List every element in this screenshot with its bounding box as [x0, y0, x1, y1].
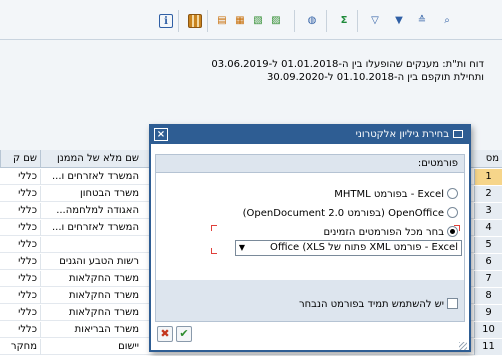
spreadsheet-dialog: בחירת גיליון אלקטרוני × פורמטים: Excel -… — [149, 124, 471, 352]
report-line-2: ותחילת תוקפם בין ה-01.10.2018 ל-30.09.20… — [266, 72, 484, 83]
toolbar: i ▤ ▦ ▧ ▨ ◍ Σ ▽ ▼ ≙ ⌕ — [0, 0, 502, 40]
dialog-title: בחירת גיליון אלקטרוני — [355, 129, 449, 140]
header-short-name[interactable]: שם ק — [0, 150, 40, 168]
cell-short-name[interactable]: כללי — [0, 271, 40, 287]
view-icon[interactable]: ◍ — [305, 14, 319, 28]
formats-label: פורמטים: — [417, 158, 458, 169]
export-excel-icon[interactable]: ▨ — [269, 14, 283, 28]
header-full-name[interactable]: שם מלא של הממנן — [40, 150, 142, 168]
toolbar-separator — [207, 10, 208, 32]
cell-number[interactable]: 2 — [474, 186, 502, 202]
focus-bracket — [211, 248, 217, 254]
cell-full-name[interactable]: משרד החקלאות — [40, 288, 142, 304]
cell-short-name[interactable]: כללי — [0, 220, 40, 236]
radio-opendocument[interactable] — [447, 207, 458, 218]
cell-full-name[interactable]: המשרד לאזרחים ו... — [40, 220, 142, 236]
format-select[interactable]: Excel - פורמט XML פתוח של Office (XLS ▼ — [235, 240, 462, 256]
window-icon — [453, 130, 463, 138]
always-use-label: יש להשתמש תמיד בפורמט הנבחר — [298, 299, 444, 310]
option-all-formats-label: בחר מכל הפורמטים הזמינים — [323, 227, 444, 238]
option-mhtml-label: Excel - בפורמט MHTML — [334, 189, 444, 200]
format-select-value: Excel - פורמט XML פתוח של Office (XLS — [269, 242, 458, 253]
cell-full-name[interactable]: רשות הטבע והגנים — [40, 254, 142, 270]
cell-full-name[interactable]: משרד החקלאות — [40, 271, 142, 287]
cell-number[interactable]: 10 — [474, 322, 502, 338]
dialog-body: פורמטים: Excel - בפורמט MHTML OpenOffice… — [155, 154, 465, 322]
cell-short-name[interactable]: כללי — [0, 203, 40, 219]
cell-short-name[interactable]: כללי — [0, 305, 40, 321]
cell-short-name[interactable]: כללי — [0, 288, 40, 304]
cell-short-name[interactable]: כללי — [0, 186, 40, 202]
cell-number[interactable]: 9 — [474, 305, 502, 321]
option-opendocument-label: OpenOffice (בפורמט OpenDocument 2.0) — [242, 208, 444, 219]
cell-number[interactable]: 1 — [474, 169, 502, 185]
grid-layout-icon[interactable] — [188, 14, 202, 28]
cell-number[interactable]: 3 — [474, 203, 502, 219]
cell-short-name[interactable]: כללי — [0, 322, 40, 338]
always-use-checkbox[interactable] — [447, 298, 458, 309]
filter-alt-icon[interactable]: ▼ — [392, 14, 406, 28]
dialog-titlebar[interactable]: בחירת גיליון אלקטרוני — [151, 126, 469, 144]
cell-number[interactable]: 8 — [474, 288, 502, 304]
info-icon[interactable]: i — [159, 14, 173, 28]
radio-mhtml[interactable] — [447, 188, 458, 199]
cell-full-name[interactable]: המשרד לאזרחים ו... — [40, 169, 142, 185]
dialog-footer: ✖ ✔ — [155, 324, 465, 348]
cell-number[interactable]: 4 — [474, 220, 502, 236]
formats-group: Excel - בפורמט MHTML OpenOffice (בפורמט … — [156, 172, 464, 280]
cell-short-name[interactable]: כללי — [0, 237, 40, 253]
cell-number[interactable]: 11 — [474, 339, 502, 355]
cell-full-name[interactable]: משרד הבטחון — [40, 186, 142, 202]
resize-grip[interactable] — [459, 342, 467, 350]
cell-short-name[interactable]: מחקר — [0, 339, 40, 355]
report-description: דוח ות"ת: מענקים שהופעלו בין ה-01.01.201… — [124, 58, 484, 84]
sort-icon[interactable]: ≙ — [415, 14, 429, 28]
cell-full-name[interactable]: יישום — [40, 339, 142, 355]
option-mhtml[interactable]: Excel - בפורמט MHTML — [334, 187, 458, 203]
dropdown-arrow-icon[interactable]: ▼ — [236, 241, 248, 255]
checkmark-icon[interactable]: ✔ — [176, 326, 192, 342]
cell-number[interactable]: 7 — [474, 271, 502, 287]
cell-full-name[interactable]: משרד החקלאות — [40, 305, 142, 321]
toolbar-separator — [357, 10, 358, 32]
header-number[interactable]: מס — [468, 150, 502, 168]
export-html-icon[interactable]: ▦ — [233, 14, 247, 28]
cell-full-name[interactable]: משרד הבריאות — [40, 322, 142, 338]
export-icon[interactable]: ▤ — [215, 14, 229, 28]
cancel-icon[interactable]: ✖ — [157, 326, 173, 342]
find-icon[interactable]: ⌕ — [440, 14, 454, 28]
cell-short-name[interactable]: כללי — [0, 254, 40, 270]
focus-bracket — [454, 225, 460, 231]
option-all-formats[interactable]: בחר מכל הפורמטים הזמינים — [324, 225, 458, 241]
close-icon[interactable]: × — [154, 128, 168, 141]
always-use-row[interactable]: יש להשתמש תמיד בפורמט הנבחר — [299, 298, 458, 312]
toolbar-separator — [178, 10, 179, 32]
export-word-icon[interactable]: ▧ — [251, 14, 265, 28]
toolbar-separator — [294, 10, 295, 32]
filter-icon[interactable]: ▽ — [368, 14, 382, 28]
cell-number[interactable]: 6 — [474, 254, 502, 270]
option-opendocument[interactable]: OpenOffice (בפורמט OpenDocument 2.0) — [243, 206, 458, 222]
sum-icon[interactable]: Σ — [337, 14, 351, 28]
cell-short-name[interactable]: כללי — [0, 169, 40, 185]
focus-bracket — [211, 225, 217, 231]
cell-number[interactable]: 5 — [474, 237, 502, 253]
cell-full-name[interactable]: האגודה למלחמה... — [40, 203, 142, 219]
report-line-1: דוח ות"ת: מענקים שהופעלו בין ה-01.01.201… — [211, 59, 484, 70]
cell-full-name[interactable] — [40, 237, 142, 253]
toolbar-separator — [326, 10, 327, 32]
